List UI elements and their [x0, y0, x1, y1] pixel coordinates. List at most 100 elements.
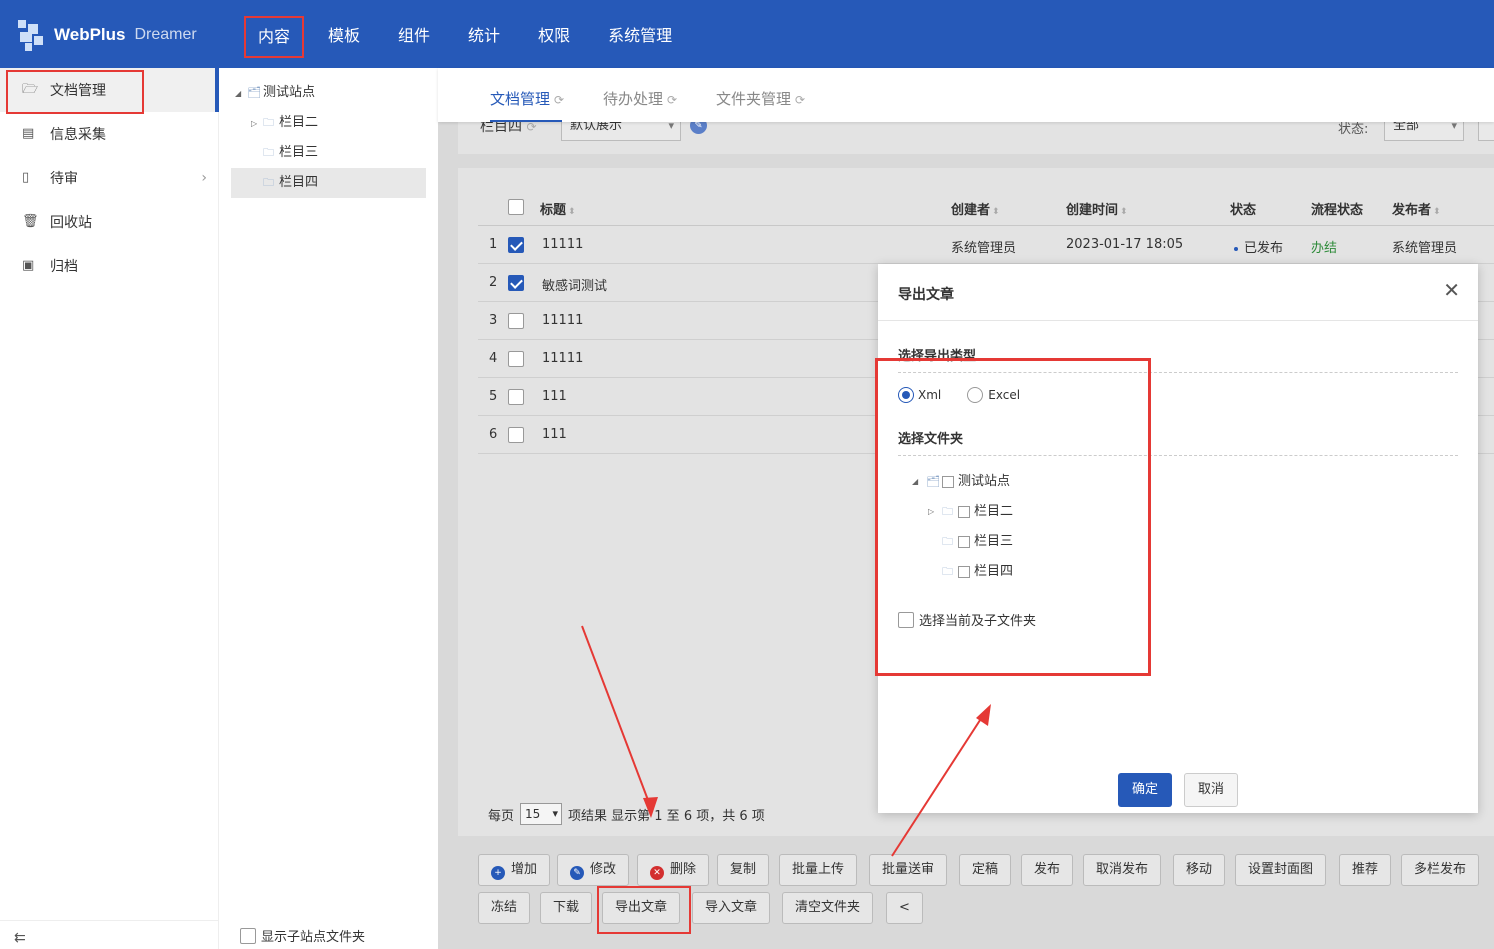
- nav-content[interactable]: 内容: [244, 16, 305, 58]
- chevron-right-icon: ›: [201, 170, 207, 186]
- sidebar-item-collect[interactable]: ▤ 信息采集: [0, 112, 219, 156]
- expand-right-icon[interactable]: ▷: [251, 109, 263, 139]
- publish-button[interactable]: 发布: [1021, 854, 1074, 886]
- sidebar: 🗁 文档管理 ▤ 信息采集 ▯ 待审 › 🗑 回收站 ▣ 归档: [0, 68, 219, 949]
- select-all-checkbox[interactable]: [508, 199, 524, 215]
- multi-publish-button[interactable]: 多栏发布: [1401, 854, 1480, 886]
- sidebar-item-archive[interactable]: ▣ 归档: [0, 244, 219, 288]
- row-title[interactable]: 11111: [542, 237, 583, 252]
- folder-tree-panel: [219, 68, 438, 949]
- copy-button[interactable]: 复制: [717, 854, 770, 886]
- show-subsite-label: 显示子站点文件夹: [261, 930, 366, 945]
- logo: WebPlus Dreamer: [14, 16, 197, 54]
- row-checkbox[interactable]: [508, 351, 524, 367]
- sidebar-item-review[interactable]: ▯ 待审 ›: [0, 156, 219, 200]
- batch-upload-button[interactable]: 批量上传: [779, 854, 858, 886]
- tabs-bar: 文档管理 ⟳ 待办处理 ⟳ 文件夹管理 ⟳: [438, 68, 1494, 122]
- tree-node-col2[interactable]: ▷ 🗀 栏目二: [251, 108, 318, 138]
- show-subsite-checkbox[interactable]: [240, 927, 256, 944]
- pencil-icon: ✎: [570, 866, 584, 880]
- row-status: 已发布: [1234, 237, 1283, 256]
- sort-icon[interactable]: ⬍: [992, 207, 1000, 217]
- clear-folder-button[interactable]: 清空文件夹: [782, 892, 874, 924]
- sidebar-divider: [0, 920, 219, 921]
- row-number: 6: [489, 427, 498, 442]
- document-icon: ▤: [22, 126, 35, 141]
- nav-statistics[interactable]: 统计: [454, 16, 514, 58]
- sort-icon[interactable]: ⬍: [1120, 207, 1128, 217]
- top-nav: 内容 模板 组件 统计 权限 系统管理: [244, 16, 696, 58]
- refresh-icon[interactable]: ⟳: [795, 93, 805, 107]
- row-title[interactable]: 111: [542, 389, 567, 404]
- add-button[interactable]: + 增加: [478, 854, 551, 886]
- col-creator[interactable]: 创建者 ⬍: [951, 199, 1000, 218]
- batch-review-button[interactable]: 批量送审: [869, 854, 948, 886]
- refresh-icon[interactable]: ⟳: [667, 93, 677, 107]
- nav-template[interactable]: 模板: [314, 16, 374, 58]
- sidebar-item-label: 信息采集: [50, 127, 106, 143]
- site-folder-icon: 🗂: [247, 86, 261, 99]
- edit-button[interactable]: ✎ 修改: [557, 854, 630, 886]
- move-button[interactable]: 移动: [1173, 854, 1226, 886]
- delete-button[interactable]: ✕ 删除: [637, 854, 710, 886]
- tab-folder-manage[interactable]: 文件夹管理 ⟳: [716, 88, 805, 109]
- row-title[interactable]: 11111: [542, 313, 583, 328]
- pager-summary: 项结果 显示第 1 至 6 项，共 6 项: [568, 808, 765, 824]
- row-checkbox[interactable]: [508, 389, 524, 405]
- sidebar-item-recycle[interactable]: 🗑 回收站: [0, 200, 219, 244]
- row-title[interactable]: 敏感词测试: [542, 275, 607, 294]
- set-cover-button[interactable]: 设置封面图: [1235, 854, 1327, 886]
- logo-text: WebPlus: [54, 25, 126, 44]
- show-subsite-toggle[interactable]: 显示子站点文件夹: [240, 926, 365, 945]
- nav-permission[interactable]: 权限: [524, 16, 584, 58]
- refresh-icon[interactable]: ⟳: [554, 93, 564, 107]
- col-publisher[interactable]: 发布者 ⬍: [1392, 199, 1441, 218]
- row-number: 4: [489, 351, 498, 366]
- col-status: 状态: [1230, 203, 1257, 218]
- sidebar-item-label: 待审: [50, 171, 78, 187]
- col-title[interactable]: 标题 ⬍: [540, 199, 576, 218]
- row-number: 2: [489, 275, 498, 290]
- row-publisher: 系统管理员: [1392, 241, 1458, 256]
- export-highlight-box: [597, 886, 691, 934]
- recommend-button[interactable]: 推荐: [1339, 854, 1392, 886]
- tab-doc-manage[interactable]: 文档管理 ⟳: [490, 88, 564, 109]
- sort-icon[interactable]: ⬍: [568, 207, 576, 217]
- row-title[interactable]: 11111: [542, 351, 583, 366]
- sidebar-item-label: 回收站: [50, 215, 92, 231]
- freeze-button[interactable]: 冻结: [478, 892, 531, 924]
- row-checkbox[interactable]: [508, 313, 524, 329]
- tab-todo[interactable]: 待办处理 ⟳: [603, 88, 677, 109]
- confirm-button[interactable]: 确定: [1118, 773, 1172, 807]
- logo-icon: [14, 18, 48, 52]
- close-icon[interactable]: ✕: [1443, 278, 1460, 302]
- row-checkbox[interactable]: [508, 237, 524, 253]
- sort-icon[interactable]: ⬍: [1433, 207, 1441, 217]
- cancel-button[interactable]: 取消: [1184, 773, 1238, 807]
- tree-node-root[interactable]: ◢ 🗂 测试站点: [235, 78, 315, 108]
- finalize-button[interactable]: 定稿: [959, 854, 1012, 886]
- row-checkbox[interactable]: [508, 427, 524, 443]
- per-page-label: 每页: [488, 808, 515, 824]
- download-button[interactable]: 下载: [540, 892, 593, 924]
- col-created-time[interactable]: 创建时间 ⬍: [1066, 199, 1128, 218]
- collapse-toolbar-button[interactable]: <: [886, 892, 923, 924]
- row-creator: 系统管理员: [951, 241, 1017, 256]
- trash-icon: 🗑: [22, 214, 39, 229]
- row-checkbox[interactable]: [508, 275, 524, 291]
- refresh-icon[interactable]: ⟳: [526, 120, 536, 134]
- tree-node-col3[interactable]: 🗀 栏目三: [263, 138, 318, 168]
- row-flow-status: 办结: [1311, 241, 1338, 256]
- nav-system[interactable]: 系统管理: [594, 16, 686, 58]
- unpublish-button[interactable]: 取消发布: [1083, 854, 1162, 886]
- tree-node-col4[interactable]: 🗀 栏目四: [263, 168, 318, 198]
- row-title[interactable]: 111: [542, 427, 567, 442]
- expand-down-icon[interactable]: ◢: [235, 79, 247, 109]
- per-page-select[interactable]: 15: [520, 803, 563, 825]
- top-header: WebPlus Dreamer 内容 模板 组件 统计 权限 系统管理: [0, 0, 1494, 68]
- nav-component[interactable]: 组件: [384, 16, 444, 58]
- table-row[interactable]: 1 11111 系统管理员 2023-01-17 18:05 已发布 办结 系统…: [478, 226, 1494, 264]
- collapse-sidebar-icon[interactable]: ⇇: [14, 930, 26, 946]
- import-article-button[interactable]: 导入文章: [692, 892, 771, 924]
- sidebar-item-label: 归档: [50, 259, 78, 275]
